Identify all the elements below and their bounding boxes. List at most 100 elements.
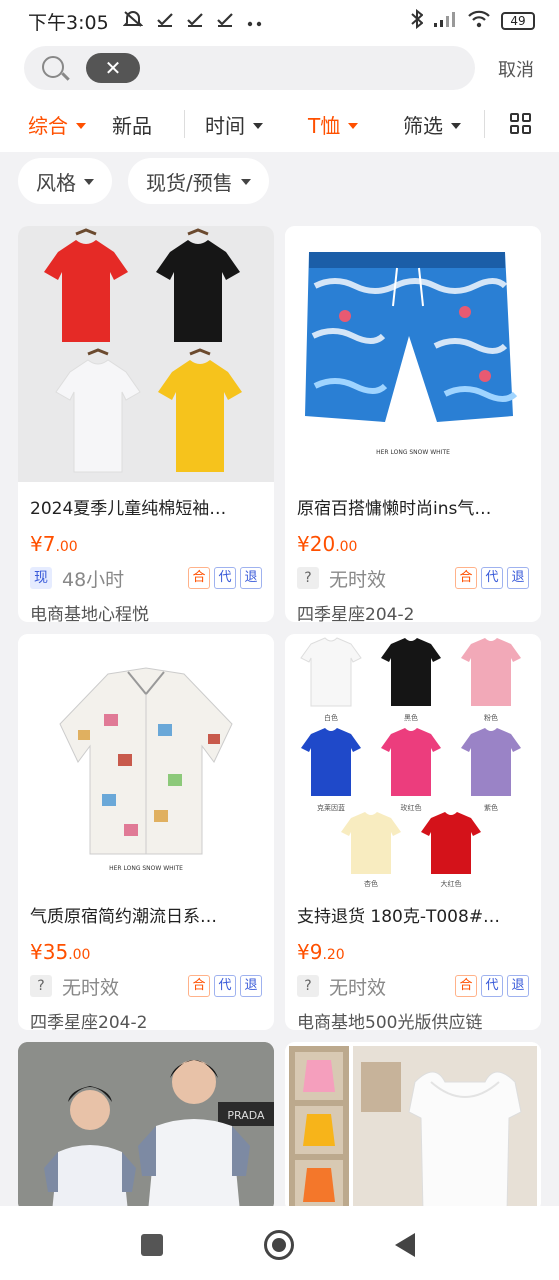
stock-time: 无时效 [62,976,120,999]
divider [184,110,185,138]
tag-dai: 代 [481,975,503,997]
product-card[interactable]: HER LONG SNOW WHITE 原宿百搭慵懒时尚ins气… ¥20.00… [285,226,541,622]
mute-icon [122,10,144,33]
grid-view-icon[interactable] [510,113,532,135]
tag-dai: 代 [214,567,236,589]
product-price: ¥9.20 [297,940,345,964]
more-dots-icon [247,10,263,32]
color-label: 大红色 [441,879,462,888]
stock-time: 48小时 [62,568,125,591]
tag-he: 合 [188,567,210,589]
check-icon [186,10,203,32]
tag-he: 合 [455,975,477,997]
color-label: 粉色 [484,713,498,722]
tag-dai: 代 [481,567,503,589]
price-integer: ¥20 [297,532,336,556]
product-title: 气质原宿简约潮流日系… [30,907,217,927]
caret-down-icon [240,179,251,185]
wifi-icon [467,10,491,33]
home-button[interactable] [264,1230,294,1260]
caret-down-icon [253,122,263,129]
chip-label: 风格 [36,170,76,195]
signal-icon [433,10,457,33]
price-decimal: .00 [68,947,91,963]
stock-badge: 现 [30,567,52,589]
search-icon [42,56,64,78]
chip-row: 风格 现货/预售 [0,152,559,212]
check-icon [156,10,173,32]
recent-apps-button[interactable] [141,1234,163,1256]
caret-down-icon [348,122,359,129]
filter-label: 综合 [28,114,68,138]
store-name[interactable]: 四季星座204-2 [297,600,414,622]
search-input[interactable]: ✕ [24,46,475,90]
search-row: ✕ 取消 [0,42,559,94]
stock-badge: ? [30,975,52,997]
filter-label: 新品 [112,114,152,138]
price-integer: ¥35 [30,940,69,964]
filter-tshirt[interactable]: T恤 [308,110,359,139]
image-caption: HER LONG SNOW WHITE [376,449,450,456]
battery-indicator: 49 [501,12,535,30]
filter-new[interactable]: 新品 [112,110,152,139]
product-price: ¥7.00 [30,532,78,556]
tag-he: 合 [188,975,210,997]
filter-label: T恤 [308,114,341,138]
product-card[interactable]: PRADA [18,1042,274,1212]
product-meta: ? 无时效 合 代 退 [30,972,262,1000]
product-card[interactable] [285,1042,541,1212]
stock-time: 无时效 [329,976,387,999]
product-image: 白色 黑色 粉色 克莱因蓝 玫红色 紫色 杏色 大红色 [285,634,541,890]
status-time: 下午3:05 [28,11,109,34]
product-card[interactable]: HER LONG SNOW WHITE 气质原宿简约潮流日系… ¥35.00 ?… [18,634,274,1030]
chip-stock[interactable]: 现货/预售 [128,158,269,204]
color-label: 杏色 [364,879,378,888]
service-tags: 合 代 退 [455,567,529,589]
product-card[interactable]: 2024夏季儿童纯棉短袖… ¥7.00 现 48小时 合 代 退 电商基地心程悦 [18,226,274,622]
tag-tui: 退 [240,567,262,589]
back-button[interactable] [395,1233,415,1257]
chip-label: 现货/预售 [146,170,233,195]
product-title: 原宿百搭慵懒时尚ins气… [297,499,492,519]
tag-tui: 退 [240,975,262,997]
product-image: HER LONG SNOW WHITE [285,226,541,482]
product-image: PRADA [18,1042,274,1212]
status-bar: 下午3:05 49 [0,0,559,42]
stock-badge: ? [297,975,319,997]
product-card[interactable]: 白色 黑色 粉色 克莱因蓝 玫红色 紫色 杏色 大红色 支持退货 180克-T0… [285,634,541,1030]
filter-comprehensive[interactable]: 综合 [28,110,86,139]
price-decimal: .20 [322,947,345,963]
color-label: 玫红色 [401,803,422,812]
color-label: 克莱因蓝 [317,803,345,812]
color-label: 白色 [324,713,338,722]
image-caption: PRADA [227,1109,265,1122]
price-decimal: .00 [55,539,78,555]
tag-tui: 退 [507,567,529,589]
product-meta: ? 无时效 合 代 退 [297,972,529,1000]
bluetooth-icon [411,8,424,34]
product-price: ¥35.00 [30,940,90,964]
caret-down-icon [76,122,86,129]
check-icon [216,10,233,32]
image-caption: HER LONG SNOW WHITE [109,865,183,872]
filter-label: 筛选 [403,114,443,138]
cancel-button[interactable]: 取消 [498,56,534,82]
product-meta: 现 48小时 合 代 退 [30,564,262,592]
filter-bar: 综合 新品 时间 T恤 筛选 [0,94,559,152]
store-name[interactable]: 电商基地500光版供应链 [297,1008,482,1030]
caret-down-icon [451,122,461,129]
clear-search-button[interactable]: ✕ [86,53,140,83]
caret-down-icon [84,179,94,185]
chip-style[interactable]: 风格 [18,158,112,204]
store-name[interactable]: 电商基地心程悦 [30,600,149,622]
stock-time: 无时效 [329,568,387,591]
color-label: 黑色 [404,713,418,722]
stock-badge: ? [297,567,319,589]
store-name[interactable]: 四季星座204-2 [30,1008,147,1030]
filter-time[interactable]: 时间 [205,110,263,139]
divider [484,110,485,138]
price-decimal: .00 [335,539,358,555]
product-price: ¥20.00 [297,532,357,556]
filter-screen[interactable]: 筛选 [403,110,461,139]
product-meta: ? 无时效 合 代 退 [297,564,529,592]
